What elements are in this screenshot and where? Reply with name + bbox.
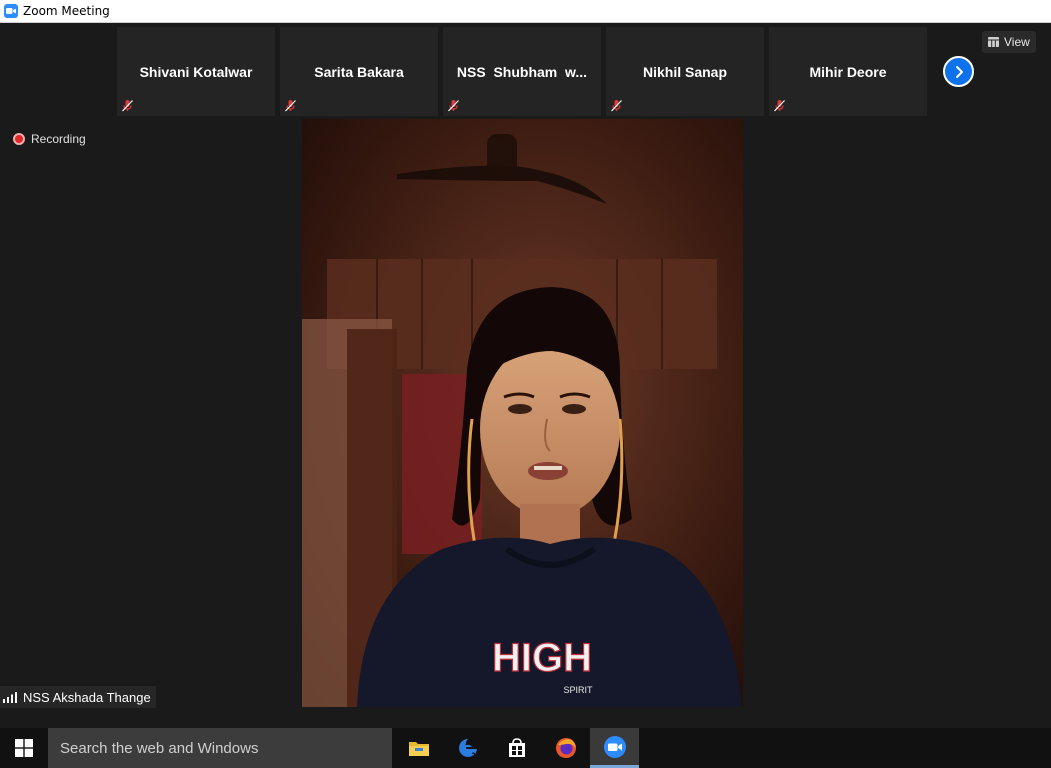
shirt-text: HIGH bbox=[492, 636, 592, 680]
store-icon[interactable] bbox=[492, 728, 541, 768]
meeting-area: Shivani Kotalwar Sarita Bakara NSS Shubh… bbox=[0, 23, 1051, 728]
active-speaker-name: NSS Akshada Thange bbox=[23, 689, 151, 705]
chevron-right-icon bbox=[955, 65, 963, 78]
muted-mic-icon bbox=[611, 100, 622, 112]
next-page-button[interactable] bbox=[943, 56, 974, 87]
muted-mic-icon bbox=[122, 100, 133, 112]
taskbar-search-box[interactable]: Search the web and Windows bbox=[48, 728, 392, 768]
shirt-subtext: SPIRIT bbox=[563, 685, 593, 695]
firefox-icon[interactable] bbox=[541, 728, 590, 768]
participant-name: Sarita Bakara bbox=[314, 64, 404, 80]
recording-indicator[interactable]: Recording bbox=[13, 132, 86, 146]
active-speaker-video[interactable]: HIGH SPIRIT bbox=[302, 119, 743, 707]
recording-dot-icon bbox=[13, 133, 25, 145]
participant-name: Shivani Kotalwar bbox=[139, 64, 253, 80]
view-button[interactable]: View bbox=[982, 31, 1036, 53]
start-button[interactable] bbox=[0, 728, 48, 768]
title-bar: Zoom Meeting bbox=[0, 0, 1051, 23]
active-speaker-label: NSS Akshada Thange bbox=[0, 686, 156, 708]
grid-icon bbox=[988, 37, 999, 47]
edge-icon[interactable] bbox=[443, 728, 492, 768]
windows-logo-icon bbox=[15, 739, 33, 757]
view-label: View bbox=[1004, 35, 1030, 49]
participant-name: Nikhil Sanap bbox=[642, 64, 728, 80]
search-placeholder: Search the web and Windows bbox=[60, 739, 259, 757]
zoom-icon[interactable] bbox=[590, 728, 639, 768]
participant-name: Mihir Deore bbox=[809, 64, 887, 80]
participant-thumbnail[interactable]: Nikhil Sanap bbox=[606, 27, 764, 116]
window-title: Zoom Meeting bbox=[23, 4, 110, 18]
recording-label: Recording bbox=[31, 132, 86, 146]
file-explorer-icon[interactable] bbox=[394, 728, 443, 768]
participant-thumbnail[interactable]: Shivani Kotalwar bbox=[117, 27, 275, 116]
speaker-video-frame: HIGH SPIRIT bbox=[302, 119, 743, 707]
muted-mic-icon bbox=[285, 100, 296, 112]
zoom-app-icon bbox=[4, 4, 18, 18]
participant-name: NSS Shubham w... bbox=[456, 64, 588, 80]
participant-thumbnail[interactable]: NSS Shubham w... bbox=[443, 27, 601, 116]
participant-thumbnail[interactable]: Sarita Bakara bbox=[280, 27, 438, 116]
signal-strength-icon bbox=[3, 691, 17, 703]
windows-taskbar: Search the web and Windows bbox=[0, 728, 1051, 768]
participant-thumbnail[interactable]: Mihir Deore bbox=[769, 27, 927, 116]
muted-mic-icon bbox=[448, 100, 459, 112]
muted-mic-icon bbox=[774, 100, 785, 112]
